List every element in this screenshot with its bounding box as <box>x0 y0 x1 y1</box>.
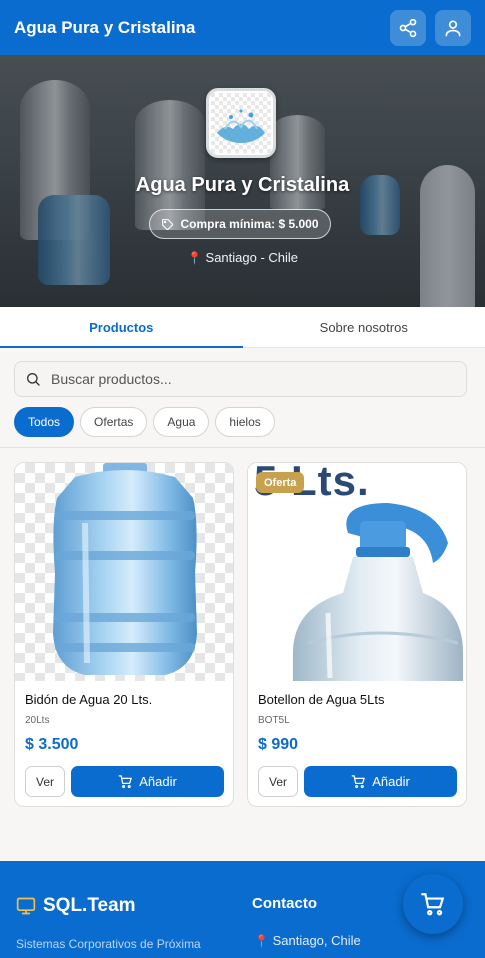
floating-cart-button[interactable] <box>403 874 463 934</box>
footer-brand: SQL.Team <box>16 895 136 917</box>
water-bottle-image <box>293 503 463 681</box>
pin-icon: 📍 <box>254 934 269 948</box>
product-card[interactable]: Bidón de Agua 20 Lts. 20Lts $ 3.500 Ver … <box>14 462 234 807</box>
pin-icon: 📍 <box>186 251 202 265</box>
section-divider <box>0 447 485 448</box>
product-name: Bidón de Agua 20 Lts. <box>25 692 153 707</box>
product-image[interactable]: 5 Lts. Oferta <box>248 463 466 681</box>
search-bar <box>14 361 467 397</box>
filter-agua[interactable]: Agua <box>153 407 210 437</box>
footer-contact-title: Contacto <box>252 895 317 912</box>
user-icon <box>445 20 461 36</box>
footer-brand-name: SQL.Team <box>43 895 136 916</box>
search-icon <box>27 373 40 386</box>
min-purchase-badge: Compra mínima: $ 5.000 <box>149 209 331 239</box>
tab-sobre-nosotros[interactable]: Sobre nosotros <box>243 307 485 347</box>
store-location: 📍 Santiago - Chile <box>0 250 485 265</box>
app-header: Agua Pura y Cristalina <box>0 0 485 55</box>
tag-icon <box>162 218 174 230</box>
store-name: Agua Pura y Cristalina <box>135 174 350 196</box>
category-filters: Todos Ofertas Agua hielos <box>14 407 275 437</box>
view-product-button[interactable]: Ver <box>25 766 65 797</box>
tab-productos[interactable]: Productos <box>0 307 243 348</box>
store-location-text: Santiago - Chile <box>205 250 299 265</box>
share-icon <box>399 18 417 37</box>
footer-contact-location: 📍 Santiago, Chile <box>254 933 361 948</box>
product-price: $ 3.500 <box>25 736 79 753</box>
search-input[interactable] <box>51 371 431 387</box>
header-actions <box>390 9 471 46</box>
cart-icon <box>421 893 445 916</box>
water-splash-logo <box>211 93 271 153</box>
store-hero-banner: Agua Pura y Cristalina Compra mínima: $ … <box>0 55 485 307</box>
cart-icon <box>351 775 366 789</box>
add-to-cart-button[interactable]: Añadir <box>71 766 224 797</box>
monitor-icon <box>16 897 36 915</box>
product-price: $ 990 <box>258 736 299 753</box>
offer-badge: Oferta <box>256 472 305 493</box>
header-title: Agua Pura y Cristalina <box>14 17 196 37</box>
product-sku: 20Lts <box>25 715 50 726</box>
footer-location-text: Santiago, Chile <box>272 933 361 948</box>
water-jug-image <box>53 463 197 675</box>
add-to-cart-label: Añadir <box>139 774 177 789</box>
filter-todos[interactable]: Todos <box>14 407 75 437</box>
cart-icon <box>118 775 133 789</box>
product-card[interactable]: 5 Lts. Oferta Botellon de Agua 5Lts BOT5… <box>247 462 467 807</box>
share-button[interactable] <box>390 9 426 46</box>
user-button[interactable] <box>435 9 471 46</box>
product-name: Botellon de Agua 5Lts <box>258 692 385 707</box>
store-logo <box>206 88 276 158</box>
store-tabs: Productos Sobre nosotros <box>0 307 485 348</box>
view-product-button[interactable]: Ver <box>258 766 298 797</box>
add-to-cart-button[interactable]: Añadir <box>304 766 457 797</box>
product-sku: BOT5L <box>258 715 290 726</box>
add-to-cart-label: Añadir <box>372 774 410 789</box>
footer-tagline: Sistemas Corporativos de Próxima <box>16 937 201 951</box>
filter-hielos[interactable]: hielos <box>215 407 275 437</box>
min-purchase-text: Compra mínima: $ 5.000 <box>180 217 319 231</box>
product-image[interactable] <box>15 463 233 681</box>
filter-ofertas[interactable]: Ofertas <box>80 407 148 437</box>
